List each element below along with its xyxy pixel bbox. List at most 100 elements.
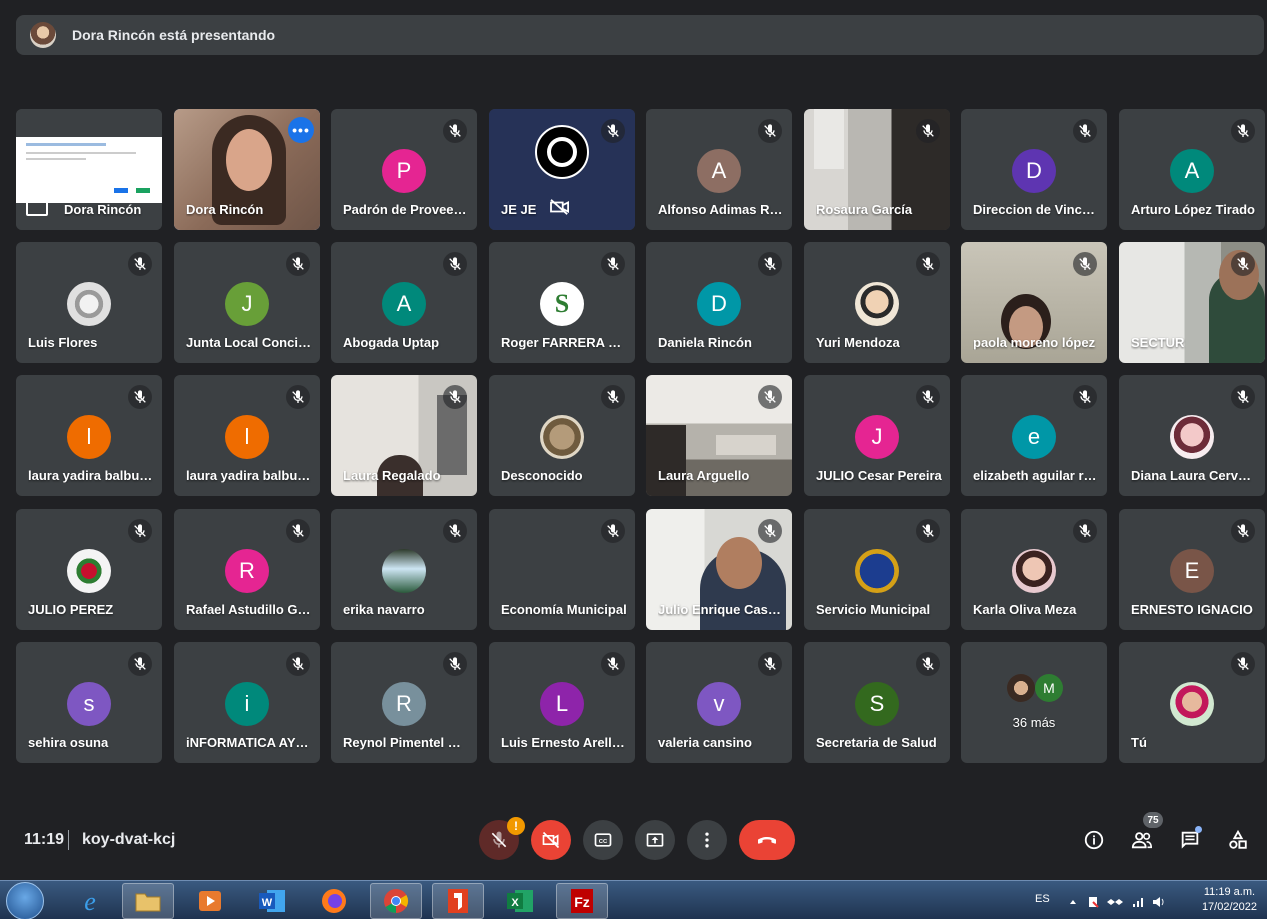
system-clock[interactable]: 11:19 a.m. 17/02/2022 [1202, 885, 1257, 915]
mic-off-icon [128, 519, 152, 543]
participant-tile[interactable]: Economía Municipal [489, 509, 635, 630]
tile-options-button[interactable]: ••• [288, 117, 314, 143]
participant-tile[interactable]: A Arturo López Tirado [1119, 109, 1265, 230]
participant-tile[interactable]: l laura yadira balbuena [16, 375, 162, 496]
taskbar-internet-explorer[interactable]: e [64, 883, 116, 919]
participant-tile[interactable]: Diana Laura Cervantes [1119, 375, 1265, 496]
leave-call-button[interactable] [739, 820, 795, 860]
taskbar-pdf-app[interactable] [432, 883, 484, 919]
svg-text:Fz: Fz [574, 894, 590, 910]
participant-tile[interactable]: Servicio Municipal [804, 509, 950, 630]
participant-tile[interactable]: v valeria cansino [646, 642, 792, 763]
mic-off-icon [286, 385, 310, 409]
participant-name: Dora Rincón [64, 202, 142, 217]
mic-off-icon [443, 252, 467, 276]
participant-name: ERNESTO IGNACIO [1131, 602, 1253, 617]
participant-tile[interactable]: D Daniela Rincón [646, 242, 792, 363]
participant-avatar [540, 415, 584, 459]
mic-off-icon [1231, 652, 1255, 676]
participant-tile[interactable]: ••• Dora Rincón [174, 109, 320, 230]
participant-tile[interactable]: L Luis Ernesto Arellano [489, 642, 635, 763]
mic-off-icon [1073, 252, 1097, 276]
participant-avatar: J [855, 415, 899, 459]
participant-tile[interactable]: A Abogada Uptap [331, 242, 477, 363]
participant-tile[interactable]: S Secretaria de Salud [804, 642, 950, 763]
participant-tile[interactable]: A Alfonso Adimas Ramírez [646, 109, 792, 230]
participant-tile[interactable]: Luis Flores [16, 242, 162, 363]
taskbar-media-player[interactable] [184, 883, 236, 919]
participant-name: Servicio Municipal [816, 602, 931, 617]
folder-icon [135, 893, 161, 912]
participant-name: laura yadira balbuena [28, 468, 154, 483]
svg-text:e: e [84, 887, 96, 916]
participant-name: erika navarro [343, 602, 425, 617]
language-indicator[interactable]: ES [1035, 893, 1050, 905]
participants-count-badge: 75 [1143, 812, 1163, 828]
mic-off-icon [1073, 119, 1097, 143]
participant-name: sehira osuna [28, 735, 109, 750]
participant-tile[interactable]: Laura Regalado [331, 375, 477, 496]
taskbar-filezilla[interactable]: Fz [556, 883, 608, 919]
participant-tile[interactable]: erika navarro [331, 509, 477, 630]
participant-tile[interactable]: Julio Enrique Castro [646, 509, 792, 630]
participant-tile[interactable]: D Direccion de Vinculación [961, 109, 1107, 230]
participant-tile[interactable]: paola moreno lópez [961, 242, 1107, 363]
participant-tile[interactable]: P Padrón de Proveedores [331, 109, 477, 230]
meeting-controls-bar: 11:19 koy-dvat-kcj ! CC 75 [0, 800, 1267, 880]
activities-button[interactable] [1224, 826, 1252, 854]
taskbar-firefox[interactable] [308, 883, 360, 919]
participant-name: paola moreno lópez [973, 335, 1096, 350]
more-avatar-letter: M [1035, 674, 1063, 702]
camera-toggle-button[interactable] [531, 820, 571, 860]
participant-avatar: i [225, 682, 269, 726]
participant-tile[interactable]: Karla Oliva Meza [961, 509, 1107, 630]
mic-off-icon [1231, 119, 1255, 143]
participant-tile[interactable]: Yuri Mendoza [804, 242, 950, 363]
participant-tile[interactable]: Laura Arguello [646, 375, 792, 496]
participant-tile[interactable]: l laura yadira balbuena [174, 375, 320, 496]
taskbar-file-explorer[interactable] [122, 883, 174, 919]
mic-off-icon [916, 519, 940, 543]
participant-tile[interactable]: R Reynol Pimentel Soto [331, 642, 477, 763]
participant-tile[interactable]: J JULIO Cesar Pereira [804, 375, 950, 496]
participant-tile[interactable]: i iNFORMATICA AYUNTAMIENTO [174, 642, 320, 763]
participant-tile[interactable]: e elizabeth aguilar reyes [961, 375, 1107, 496]
participant-tile[interactable]: Dora Rincón [16, 109, 162, 230]
participant-tile[interactable]: JE JE [489, 109, 635, 230]
participant-tile[interactable]: R Rafael Astudillo Gómez [174, 509, 320, 630]
participant-name: Desconocido [501, 468, 583, 483]
mic-off-icon [758, 385, 782, 409]
participant-tile[interactable]: E ERNESTO IGNACIO [1119, 509, 1265, 630]
participant-tile[interactable]: Desconocido [489, 375, 635, 496]
present-button[interactable] [635, 820, 675, 860]
people-icon [1131, 832, 1152, 849]
more-options-button[interactable] [687, 820, 727, 860]
media-player-icon [199, 891, 221, 911]
participant-name: Karla Oliva Meza [973, 602, 1077, 617]
participant-tile[interactable]: JULIO PEREZ [16, 509, 162, 630]
participant-name: Daniela Rincón [658, 335, 752, 350]
start-button[interactable] [6, 882, 44, 919]
participant-tile[interactable]: M 36 más [961, 642, 1107, 763]
participant-avatar: A [382, 282, 426, 326]
participant-avatar: D [697, 282, 741, 326]
mic-off-icon [286, 519, 310, 543]
mic-off-icon [1231, 252, 1255, 276]
taskbar-chrome[interactable] [370, 883, 422, 919]
meeting-info-button[interactable] [1080, 826, 1108, 854]
participant-tile[interactable]: S Roger FARRERA Hernández [489, 242, 635, 363]
participant-tile[interactable]: SECTUR [1119, 242, 1265, 363]
participant-tile[interactable]: Tú [1119, 642, 1265, 763]
participants-button[interactable] [1128, 826, 1156, 854]
participant-tile[interactable]: Rosaura García [804, 109, 950, 230]
more-avatars [1007, 674, 1035, 702]
meeting-code[interactable]: koy-dvat-kcj [82, 831, 175, 849]
participant-name: Arturo López Tirado [1131, 202, 1255, 217]
taskbar-word[interactable]: W [246, 883, 298, 919]
hang-up-icon [758, 837, 776, 844]
participant-tile[interactable]: s sehira osuna [16, 642, 162, 763]
participant-name: Rosaura García [816, 202, 913, 217]
participant-tile[interactable]: J Junta Local Conciliación [174, 242, 320, 363]
captions-button[interactable]: CC [583, 820, 623, 860]
taskbar-excel[interactable]: X [494, 883, 546, 919]
